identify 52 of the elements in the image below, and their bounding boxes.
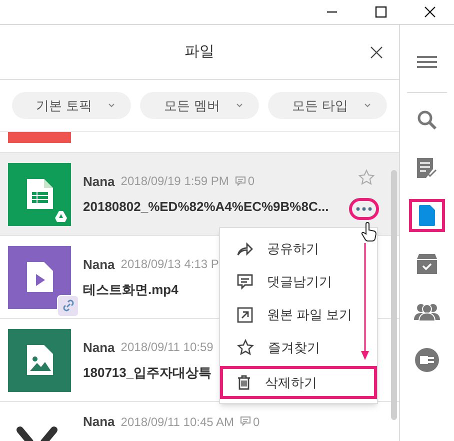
panel-title: 파일 — [184, 42, 214, 62]
people-icon[interactable] — [414, 302, 440, 320]
sidebar-item[interactable] — [409, 199, 445, 232]
filter-dropdown[interactable]: 모든 멤버 — [140, 92, 259, 119]
archive-box-icon[interactable] — [416, 254, 438, 274]
open-external-icon — [237, 306, 253, 322]
document-icon[interactable] — [419, 205, 435, 226]
author-name: Nana — [83, 256, 115, 274]
file-date: 2018/09/11 10:45 AM — [120, 414, 234, 431]
menu-item[interactable]: 삭제하기 — [220, 366, 377, 399]
comment-count: 0 — [253, 414, 260, 431]
star-icon[interactable] — [358, 169, 375, 186]
more-icon — [356, 207, 372, 211]
video-file-icon — [26, 262, 52, 292]
maximize-icon[interactable] — [375, 6, 387, 18]
chevron-down-icon — [364, 103, 371, 108]
file-row[interactable]: Nana 2018/09/19 1:59 PM 0 20180802_%ED%82%A4%EC%9B%8C... — [0, 153, 399, 236]
author-name: Nana — [83, 338, 115, 356]
file-name: 20180802_%ED%82%A4%EC%9B%8C... — [83, 198, 329, 216]
filter-dropdown[interactable]: 기본 토픽 — [12, 92, 131, 119]
menu-item[interactable]: 즐겨찾기 — [220, 331, 377, 364]
comment-icon — [240, 416, 251, 428]
menu-icon[interactable] — [417, 54, 437, 68]
file-thumbnail — [8, 132, 71, 143]
author-name: Nana — [83, 413, 115, 431]
chevron-down-icon — [236, 103, 243, 108]
author-name: Nana — [83, 172, 115, 190]
share-arrow-icon — [237, 242, 253, 256]
file-date: 2018/09/13 4:13 P — [120, 256, 219, 274]
document-check-icon[interactable] — [417, 158, 437, 178]
menu-item[interactable]: 댓글남기기 — [220, 265, 377, 298]
image-file-icon — [26, 345, 52, 375]
spreadsheet-icon — [26, 179, 52, 209]
trash-icon — [237, 375, 251, 390]
close-icon[interactable] — [424, 6, 436, 18]
scrollbar[interactable] — [391, 170, 397, 420]
filter-dropdown[interactable]: 모든 타입 — [268, 92, 387, 119]
file-date: 2018/09/19 1:59 PM — [120, 173, 229, 190]
comment-icon — [234, 176, 246, 187]
link-icon — [62, 299, 74, 312]
search-icon[interactable] — [417, 110, 437, 130]
chevron-down-icon — [108, 103, 115, 108]
file-name: 180713_입주자대상특 — [83, 364, 212, 382]
file-name: 테스트화면.mp4 — [83, 281, 178, 299]
close-icon[interactable] — [370, 46, 383, 59]
comment-count: 0 — [248, 173, 255, 190]
plug-icon[interactable] — [415, 348, 439, 372]
comment-icon — [237, 274, 253, 290]
star-icon — [237, 339, 254, 356]
file-date: 2018/09/11 10:59 — [120, 339, 214, 356]
file-row[interactable] — [0, 132, 399, 153]
more-button[interactable] — [349, 198, 379, 220]
